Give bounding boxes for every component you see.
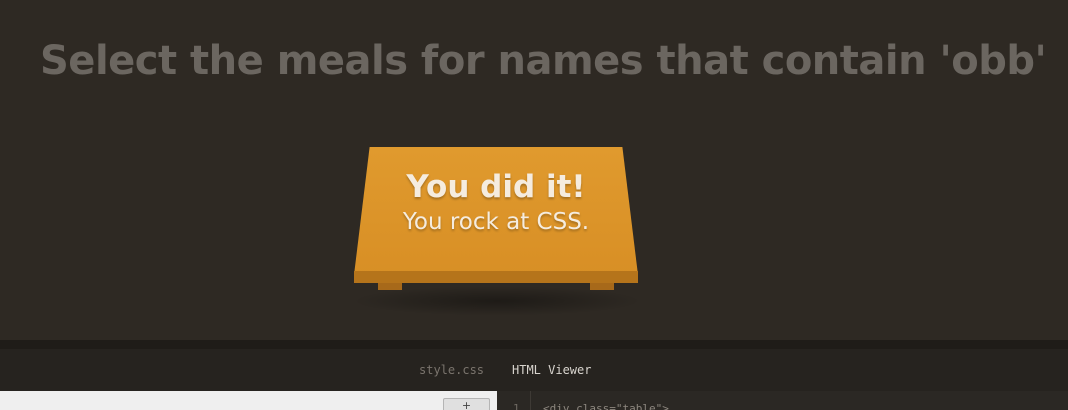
table: You did it! You rock at CSS. (354, 147, 638, 292)
win-subtitle: You rock at CSS. (402, 209, 590, 235)
line-number: 1 (513, 402, 520, 410)
table-leg-left (378, 283, 402, 290)
code-line: <div class="table"> (543, 402, 669, 410)
table-edge (354, 271, 638, 283)
table-leg-right (590, 283, 614, 290)
tab-style-css[interactable]: style.css (419, 363, 484, 377)
game-area: Select the meals for names that contain … (0, 0, 1068, 340)
enter-button[interactable]: + (443, 398, 490, 410)
panel-divider (0, 340, 1068, 349)
css-editor-pane[interactable] (0, 391, 497, 410)
tab-html-viewer[interactable]: HTML Viewer (512, 363, 591, 377)
instruction-heading: Select the meals for names that contain … (40, 38, 1047, 84)
win-title: You did it! (406, 169, 586, 205)
editor-tab-bar: style.css HTML Viewer (0, 349, 1068, 391)
